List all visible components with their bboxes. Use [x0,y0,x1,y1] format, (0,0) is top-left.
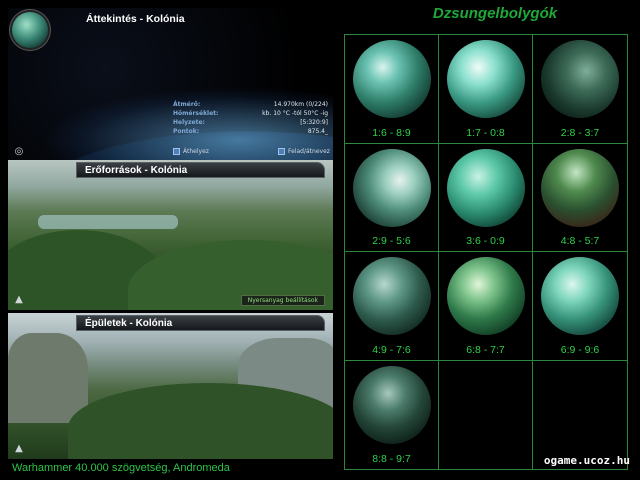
planet-cell[interactable]: 6:8 - 7:7 [439,252,533,361]
jungle-planet-image [446,40,525,118]
jungle-planet-image [541,40,619,118]
stat-diameter: Átmérő: 14.970km (0/224) [173,101,328,108]
abandon-rename-link[interactable]: Felad/átnevez [278,148,330,155]
planet-label: 8:8 - 9:7 [372,453,411,465]
planet-cell[interactable]: 2:9 - 5:6 [345,143,439,252]
planet-cell[interactable]: 3:6 - 0:9 [439,143,533,252]
overview-title: Áttekintés - Kolónia [86,13,185,25]
resources-title: Erőforrások - Kolónia [76,162,325,178]
planet-grid: 1:6 - 8:9 1:7 - 0:8 2:8 - 3:7 2:9 - 5:6 … [344,34,628,470]
jungle-planet-image [541,148,619,227]
stat-position: Helyzete: [5:320:9] [173,119,328,126]
resources-panel: Erőforrások - Kolónia Nyersanyag beállít… [8,160,333,310]
jungle-planet-image [352,40,431,118]
planet-label: 1:7 - 0:8 [466,126,505,139]
buildings-panel: Épületek - Kolónia ▲ [8,313,333,459]
planet-label: 4:9 - 7:6 [372,343,411,356]
site-url: ogame.ucoz.hu [543,454,630,467]
overview-menu-icon[interactable]: ◎ [12,146,26,158]
jungle-planet-image [352,148,431,227]
planet-cell[interactable]: 1:6 - 8:9 [345,35,439,144]
empty-cell [439,360,533,469]
planet-label: 2:9 - 5:6 [372,235,411,247]
planet-label: 2:8 - 3:7 [560,126,600,139]
abandon-icon [278,148,285,155]
relocate-icon [173,148,180,155]
planet-thumbnail[interactable] [12,12,48,48]
jungle-planet-image [446,257,525,335]
planet-cell[interactable]: 4:8 - 5:7 [533,144,627,252]
alliance-caption: Warhammer 40.000 szögvetség, Andromeda [12,462,230,474]
planet-stats: Átmérő: 14.970km (0/224) Hőmérséklet: kb… [173,100,328,136]
jungle-planet-image [541,257,619,335]
planet-cell[interactable]: 1:7 - 0:8 [439,35,533,144]
resource-settings-button[interactable]: Nyersanyag beállítások [240,295,325,306]
empty-cell [533,361,627,470]
jungle-planet-image [352,257,431,335]
planet-cell[interactable]: 6:9 - 9:6 [533,252,627,361]
resources-menu-icon[interactable]: ▲ [12,294,26,306]
planet-label: 6:8 - 7:7 [466,343,505,356]
planet-label: 3:6 - 0:9 [466,235,505,247]
relocate-link[interactable]: Áthelyez [173,148,209,155]
jungle-planet-image [446,148,525,227]
buildings-menu-icon[interactable]: ▲ [12,443,26,455]
planet-label: 6:9 - 9:6 [560,343,600,356]
planet-label: 4:8 - 5:7 [560,235,600,247]
planet-cell[interactable]: 2:8 - 3:7 [533,35,627,144]
stat-points: Pontok: 875.4_ [173,128,328,135]
planet-label: 1:6 - 8:9 [372,126,411,139]
jungle-planet-image [352,365,431,444]
grid-title: Dzsungelbolygók [432,5,558,22]
planet-cell[interactable]: 8:8 - 9:7 [345,360,439,469]
planet-cell[interactable]: 4:9 - 7:6 [345,252,439,361]
buildings-title: Épületek - Kolónia [76,315,325,331]
stat-temperature: Hőmérséklet: kb. 10 °C -tól 50°C -ig [173,110,328,117]
overview-panel: Áttekintés - Kolónia Átmérő: 14.970km (0… [8,8,333,160]
